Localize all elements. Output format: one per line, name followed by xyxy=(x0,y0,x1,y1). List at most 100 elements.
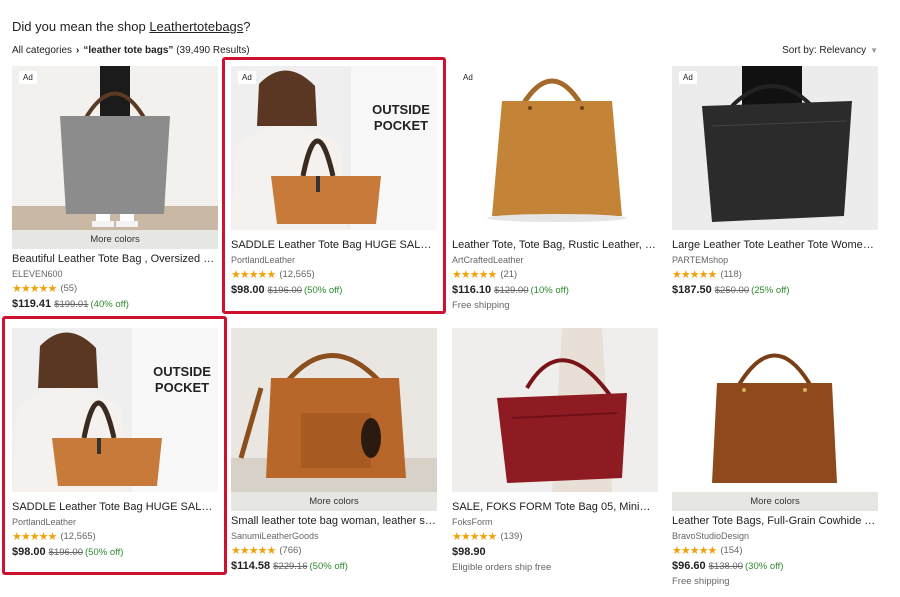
shop-name: SanumiLeatherGoods xyxy=(231,531,319,541)
listing-title[interactable]: SADDLE Leather Tote Bag HUGE SALE -... xyxy=(12,501,218,513)
ad-badge: Ad xyxy=(19,71,37,84)
original-price: $199.01 xyxy=(54,299,89,310)
ad-badge: Ad xyxy=(459,71,477,84)
listing-card[interactable]: OUTSIDE POCKET SADDLE Leather Tote Bag H… xyxy=(12,328,218,558)
listing-card[interactable]: Ad More colors Beautiful Leather Tote Ba… xyxy=(12,66,218,310)
original-price: $196.00 xyxy=(267,285,302,296)
product-photo-saddle-tote-model: OUTSIDE POCKET xyxy=(12,328,218,492)
sort-dropdown[interactable]: Sort by: Relevancy ▼ xyxy=(782,45,878,56)
discount: (30% off) xyxy=(745,561,784,572)
current-price: $98.90 xyxy=(452,546,486,558)
listing-image[interactable]: Ad xyxy=(452,66,658,230)
did-you-mean-suffix: ? xyxy=(243,19,251,34)
chevron-right-icon: › xyxy=(76,45,80,56)
review-count: (12,565) xyxy=(60,531,96,542)
shop-name: PortlandLeather xyxy=(12,517,77,527)
review-count: (139) xyxy=(500,531,523,542)
current-price: $119.41 xyxy=(12,298,52,310)
original-price: $250.00 xyxy=(714,285,750,296)
ad-badge: Ad xyxy=(679,71,697,84)
listing-card[interactable]: More colors Small leather tote bag woman… xyxy=(231,328,437,572)
review-count: (12,565) xyxy=(279,269,315,280)
product-photo-cowhide-tote xyxy=(672,328,878,492)
shipping-note: Free shipping xyxy=(672,576,730,587)
results-count: (39,490 Results) xyxy=(176,45,250,56)
did-you-mean: Did you mean the shop Leathertotebags? xyxy=(12,19,251,34)
listing-image[interactable] xyxy=(672,328,878,492)
svg-text:POCKET: POCKET xyxy=(155,380,209,395)
price: $98.00 $196.00 (50% off) xyxy=(12,546,218,558)
listing-card[interactable]: Ad Leather Tote, Tote Bag, Rustic Leathe… xyxy=(452,66,658,311)
original-price: $138.00 xyxy=(708,561,743,572)
rating: ★★★★★ (55) xyxy=(12,282,218,295)
original-price: $196.00 xyxy=(48,547,83,558)
discount: (25% off) xyxy=(751,285,790,296)
review-count: (766) xyxy=(279,545,302,556)
shop-name: PortlandLeather xyxy=(231,255,296,265)
listing-image[interactable]: Ad xyxy=(12,66,218,230)
listing-image[interactable]: OUTSIDE POCKET xyxy=(12,328,218,492)
svg-text:OUTSIDE: OUTSIDE xyxy=(372,102,430,117)
star-rating-icon: ★★★★★ xyxy=(672,545,717,557)
listing-image[interactable]: Ad xyxy=(672,66,878,230)
listing-title[interactable]: Leather Tote, Tote Bag, Rustic Leather, … xyxy=(452,239,658,251)
product-photo-red-tote xyxy=(452,328,658,492)
more-colors-bar[interactable]: More colors xyxy=(231,492,437,511)
current-price: $187.50 xyxy=(672,284,712,296)
more-colors-bar[interactable]: More colors xyxy=(12,230,218,249)
star-rating-icon: ★★★★★ xyxy=(452,531,497,543)
more-colors-bar[interactable]: More colors xyxy=(672,492,878,511)
svg-text:OUTSIDE: OUTSIDE xyxy=(153,364,211,379)
current-price: $114.58 xyxy=(231,560,271,572)
rating: ★★★★★ (12,565) xyxy=(12,530,218,543)
current-price: $96.60 xyxy=(672,560,706,572)
listing-card[interactable]: OUTSIDE POCKET Ad SADDLE Leather Tote Ba… xyxy=(231,66,437,296)
review-count: (55) xyxy=(60,283,78,294)
listing-title[interactable]: Large Leather Tote Leather Tote Women Le… xyxy=(672,239,878,251)
sort-label: Sort by: Relevancy xyxy=(782,45,867,56)
listing-card[interactable]: SALE, FOKS FORM Tote Bag 05, Minimalist … xyxy=(452,328,658,573)
svg-text:POCKET: POCKET xyxy=(374,118,428,133)
price: $119.41 $199.01 (40% off) xyxy=(12,298,218,310)
listing-image[interactable] xyxy=(452,328,658,492)
listing-card[interactable]: Ad Large Leather Tote Leather Tote Women… xyxy=(672,66,878,296)
listing-image[interactable] xyxy=(231,328,437,492)
chevron-down-icon: ▼ xyxy=(870,46,878,55)
price: $114.58 $229.16 (50% off) xyxy=(231,560,437,572)
price: $187.50 $250.00 (25% off) xyxy=(672,284,878,296)
discount: (10% off) xyxy=(530,285,569,296)
rating: ★★★★★ (766) xyxy=(231,544,437,557)
listing-title[interactable]: Leather Tote Bags, Full-Grain Cowhide To… xyxy=(672,515,878,527)
price: $98.00 $196.00 (50% off) xyxy=(231,284,437,296)
price: $116.10 $129.00 (10% off) xyxy=(452,284,658,296)
product-photo-black-tote xyxy=(672,66,878,230)
product-photo-grey-tote xyxy=(12,66,218,230)
star-rating-icon: ★★★★★ xyxy=(452,269,497,281)
product-photo-small-tote xyxy=(231,328,437,492)
star-rating-icon: ★★★★★ xyxy=(672,269,717,281)
listing-title[interactable]: SALE, FOKS FORM Tote Bag 05, Minimalist … xyxy=(452,501,658,513)
rating: ★★★★★ (154) xyxy=(672,544,878,557)
listing-card[interactable]: More colors Leather Tote Bags, Full-Grai… xyxy=(672,328,878,587)
did-you-mean-prefix: Did you mean the shop xyxy=(12,19,150,34)
suggested-shop-link[interactable]: Leathertotebags xyxy=(149,19,243,34)
listing-title[interactable]: Small leather tote bag woman, leather sh… xyxy=(231,515,437,527)
rating: ★★★★★ (21) xyxy=(452,268,658,281)
star-rating-icon: ★★★★★ xyxy=(12,531,57,543)
current-price: $98.00 xyxy=(231,284,265,296)
listing-title[interactable]: SADDLE Leather Tote Bag HUGE SALE -... xyxy=(231,239,437,251)
product-photo-saddle-tote-model: OUTSIDE POCKET xyxy=(231,66,437,230)
star-rating-icon: ★★★★★ xyxy=(231,545,276,557)
original-price: $229.16 xyxy=(273,561,308,572)
review-count: (118) xyxy=(720,269,742,280)
current-price: $116.10 xyxy=(452,284,492,296)
shop-name: ArtCraftedLeather xyxy=(452,255,524,265)
listing-image[interactable]: OUTSIDE POCKET Ad xyxy=(231,66,437,230)
shipping-note: Eligible orders ship free xyxy=(452,562,552,573)
product-photo-rustic-tote xyxy=(452,66,658,230)
listing-title[interactable]: Beautiful Leather Tote Bag , Oversized L… xyxy=(12,253,218,265)
breadcrumb-all-categories[interactable]: All categories xyxy=(12,45,72,56)
star-rating-icon: ★★★★★ xyxy=(12,283,57,295)
breadcrumb-query: “leather tote bags” xyxy=(83,45,174,56)
discount: (50% off) xyxy=(309,561,348,572)
